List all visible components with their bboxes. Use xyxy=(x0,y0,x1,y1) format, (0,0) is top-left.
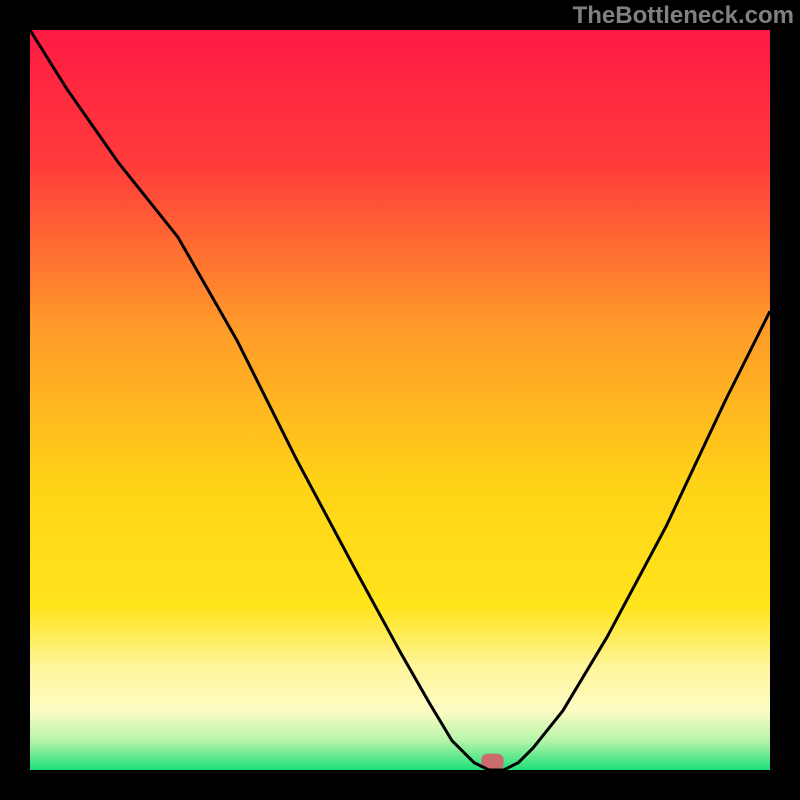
chart-background xyxy=(30,30,770,770)
bottleneck-chart xyxy=(0,0,800,800)
watermark-text: TheBottleneck.com xyxy=(573,2,794,30)
